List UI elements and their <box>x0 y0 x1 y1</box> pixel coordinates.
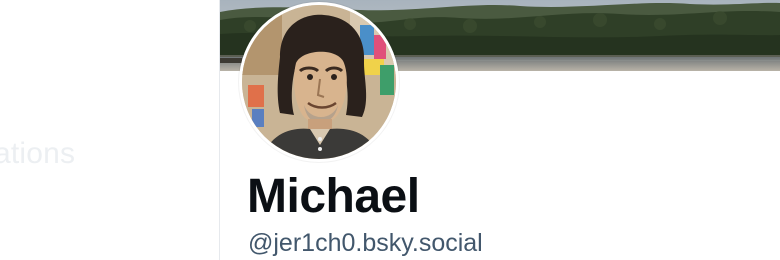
profile-handle: @jer1ch0.bsky.social <box>248 229 483 257</box>
profile-avatar[interactable] <box>239 2 399 162</box>
left-navigation: n ations <box>0 0 219 260</box>
profile-display-name: Michael <box>247 170 420 223</box>
nav-item-notifications-partial[interactable]: ations <box>0 137 75 171</box>
